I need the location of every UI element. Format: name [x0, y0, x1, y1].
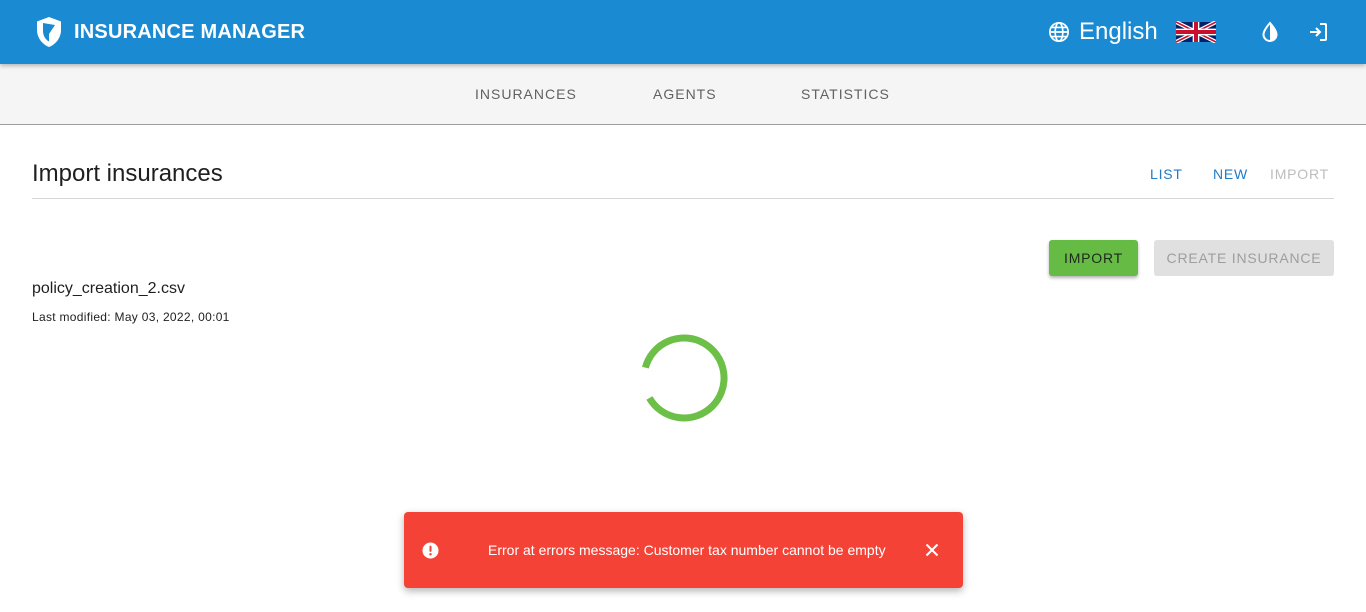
file-name: policy_creation_2.csv	[32, 280, 185, 297]
snackbar-message: Error at errors message: Customer tax nu…	[488, 542, 886, 558]
alert-circle-icon	[422, 542, 439, 559]
logout-icon[interactable]	[1306, 20, 1330, 44]
close-icon[interactable]	[924, 542, 940, 558]
contrast-icon[interactable]	[1258, 20, 1282, 44]
subnav-import-link: IMPORT	[1270, 166, 1329, 182]
error-snackbar: Error at errors message: Customer tax nu…	[404, 512, 963, 588]
page-title: Import insurances	[32, 160, 223, 187]
import-button[interactable]: IMPORT	[1049, 240, 1138, 276]
shield-logo-icon	[37, 17, 61, 47]
create-insurance-button: CREATE INSURANCE	[1154, 240, 1334, 276]
language-label: English	[1079, 18, 1158, 45]
subnav-new-link[interactable]: NEW	[1213, 166, 1248, 182]
title-divider	[32, 198, 1334, 199]
subnav-list-link[interactable]: LIST	[1150, 166, 1183, 182]
brand[interactable]: INSURANCE MANAGER	[36, 15, 305, 49]
file-last-modified: Last modified: May 03, 2022, 00:01	[32, 310, 230, 324]
app-bar: INSURANCE MANAGER English	[0, 0, 1366, 64]
language-selector[interactable]: English	[1048, 17, 1216, 47]
brand-title: INSURANCE MANAGER	[74, 20, 306, 43]
tab-agents[interactable]: AGENTS	[653, 86, 717, 102]
tab-statistics[interactable]: STATISTICS	[801, 86, 890, 102]
tab-insurances[interactable]: INSURANCES	[475, 86, 577, 102]
main-tabs: INSURANCES AGENTS STATISTICS	[0, 64, 1366, 125]
uk-flag-icon	[1175, 21, 1216, 43]
loading-spinner	[642, 334, 728, 422]
globe-icon	[1049, 22, 1069, 42]
